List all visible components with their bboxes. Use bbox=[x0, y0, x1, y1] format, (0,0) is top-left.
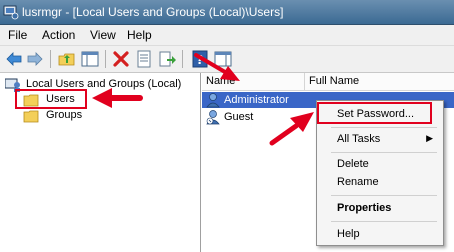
annotation-arrow-set-password bbox=[269, 123, 299, 146]
annotation-arrow-name-column bbox=[194, 53, 227, 74]
annotation-arrows bbox=[92, 53, 314, 146]
annotation-arrowhead-name-column bbox=[220, 66, 240, 81]
annotation-arrowhead-users bbox=[92, 88, 112, 108]
